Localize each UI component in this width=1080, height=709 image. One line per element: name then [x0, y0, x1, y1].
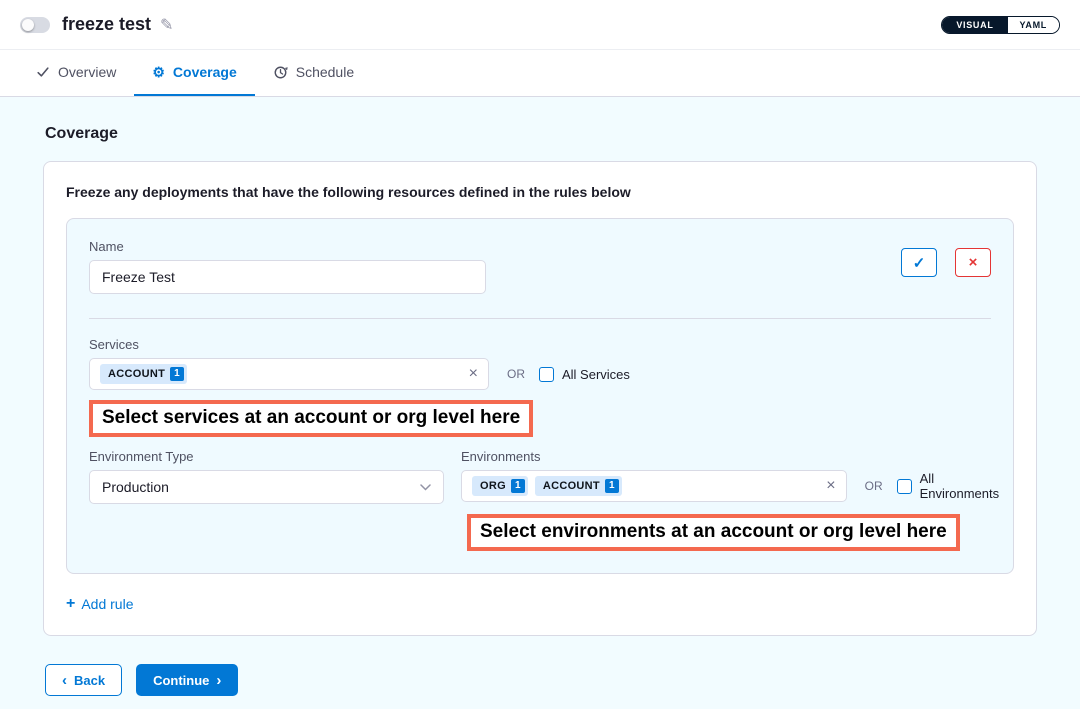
name-input[interactable]: Freeze Test: [89, 260, 486, 294]
coverage-heading: Coverage: [45, 125, 1080, 143]
environment-type-field-group: Environment Type Production: [89, 449, 444, 504]
environment-tag-label: ORG: [480, 480, 506, 492]
clear-environments-icon[interactable]: ×: [826, 478, 835, 494]
services-or-label: OR: [507, 367, 525, 381]
rule-name-row: Name Freeze Test ✓ ×: [89, 239, 991, 294]
coverage-description: Freeze any deployments that have the fol…: [66, 184, 1014, 200]
yaml-toggle-button[interactable]: YAML: [1008, 17, 1059, 33]
service-tag[interactable]: ACCOUNT 1: [100, 364, 187, 384]
plus-icon: +: [66, 596, 75, 612]
environment-tag-count-badge: 1: [605, 479, 619, 493]
environment-tag[interactable]: ORG 1: [472, 476, 528, 496]
environments-label: Environments: [461, 449, 1013, 464]
environments-field-group: Environments ORG 1 ACCOUNT 1 ×: [461, 449, 1013, 504]
environment-tag-count-badge: 1: [511, 479, 525, 493]
tab-schedule[interactable]: Schedule: [255, 50, 372, 96]
all-environments-checkbox[interactable]: [897, 479, 912, 494]
back-button-label: Back: [74, 673, 105, 688]
tab-bar: Overview ⚙ Coverage Schedule: [0, 50, 1080, 97]
all-services-checkbox[interactable]: [539, 367, 554, 382]
edit-title-icon[interactable]: ✎: [160, 15, 173, 35]
name-input-value: Freeze Test: [102, 269, 175, 285]
coverage-card: Freeze any deployments that have the fol…: [43, 161, 1037, 636]
name-label: Name: [89, 239, 486, 254]
environments-input[interactable]: ORG 1 ACCOUNT 1 ×: [461, 470, 847, 502]
services-label: Services: [89, 337, 991, 352]
services-field-group: Services ACCOUNT 1 × OR All Services: [89, 337, 991, 390]
environment-type-value: Production: [102, 479, 169, 495]
confirm-rule-button[interactable]: ✓: [901, 248, 937, 277]
visual-yaml-toggle: VISUAL YAML: [941, 16, 1060, 34]
rule-editor: Name Freeze Test ✓ × Services: [66, 218, 1014, 574]
environment-tag[interactable]: ACCOUNT 1: [535, 476, 622, 496]
toggle-knob: [22, 19, 34, 31]
rule-actions: ✓ ×: [901, 239, 991, 277]
services-input[interactable]: ACCOUNT 1 ×: [89, 358, 489, 390]
schedule-clock-icon: [273, 65, 288, 80]
back-button[interactable]: ‹ Back: [45, 664, 122, 696]
add-rule-label: Add rule: [81, 596, 133, 612]
environment-type-select[interactable]: Production: [89, 470, 444, 504]
tab-coverage-label: Coverage: [173, 64, 237, 80]
delete-rule-button[interactable]: ×: [955, 248, 991, 277]
close-icon: ×: [969, 254, 978, 271]
gear-icon: ⚙: [152, 65, 165, 79]
tab-coverage[interactable]: ⚙ Coverage: [134, 50, 254, 96]
clear-services-icon[interactable]: ×: [469, 366, 478, 382]
add-rule-button[interactable]: + Add rule: [66, 596, 134, 612]
environments-annotation: Select environments at an account or org…: [467, 514, 960, 551]
tab-schedule-label: Schedule: [296, 64, 354, 80]
page-title: freeze test: [62, 14, 151, 35]
service-tag-count-badge: 1: [170, 367, 184, 381]
all-services-label: All Services: [562, 367, 630, 382]
environment-tag-label: ACCOUNT: [543, 480, 600, 492]
page-header: freeze test ✎ VISUAL YAML: [0, 0, 1080, 50]
visual-toggle-button[interactable]: VISUAL: [942, 17, 1007, 33]
tab-overview-label: Overview: [58, 64, 116, 80]
tab-overview[interactable]: Overview: [18, 50, 134, 96]
environment-type-label: Environment Type: [89, 449, 444, 464]
check-icon: ✓: [913, 254, 926, 272]
chevron-left-icon: ‹: [62, 673, 67, 688]
chevron-down-icon: [420, 484, 431, 491]
all-environments-label: All Environments: [920, 471, 1014, 501]
environments-row: ORG 1 ACCOUNT 1 × OR All Environments: [461, 470, 1013, 502]
services-annotation: Select services at an account or org lev…: [89, 400, 533, 437]
environments-or-label: OR: [865, 479, 883, 493]
service-tag-label: ACCOUNT: [108, 368, 165, 380]
wizard-footer: ‹ Back Continue ›: [45, 664, 1080, 696]
chevron-right-icon: ›: [216, 673, 221, 688]
rule-divider: [89, 318, 991, 319]
freeze-enabled-toggle[interactable]: [20, 17, 50, 33]
environment-row: Environment Type Production Environments…: [89, 449, 991, 504]
coverage-page: Coverage Freeze any deployments that hav…: [0, 97, 1080, 709]
name-field-group: Name Freeze Test: [89, 239, 486, 294]
services-row: ACCOUNT 1 × OR All Services: [89, 358, 991, 390]
continue-button-label: Continue: [153, 673, 209, 688]
check-icon: [36, 65, 50, 79]
continue-button[interactable]: Continue ›: [136, 664, 238, 696]
